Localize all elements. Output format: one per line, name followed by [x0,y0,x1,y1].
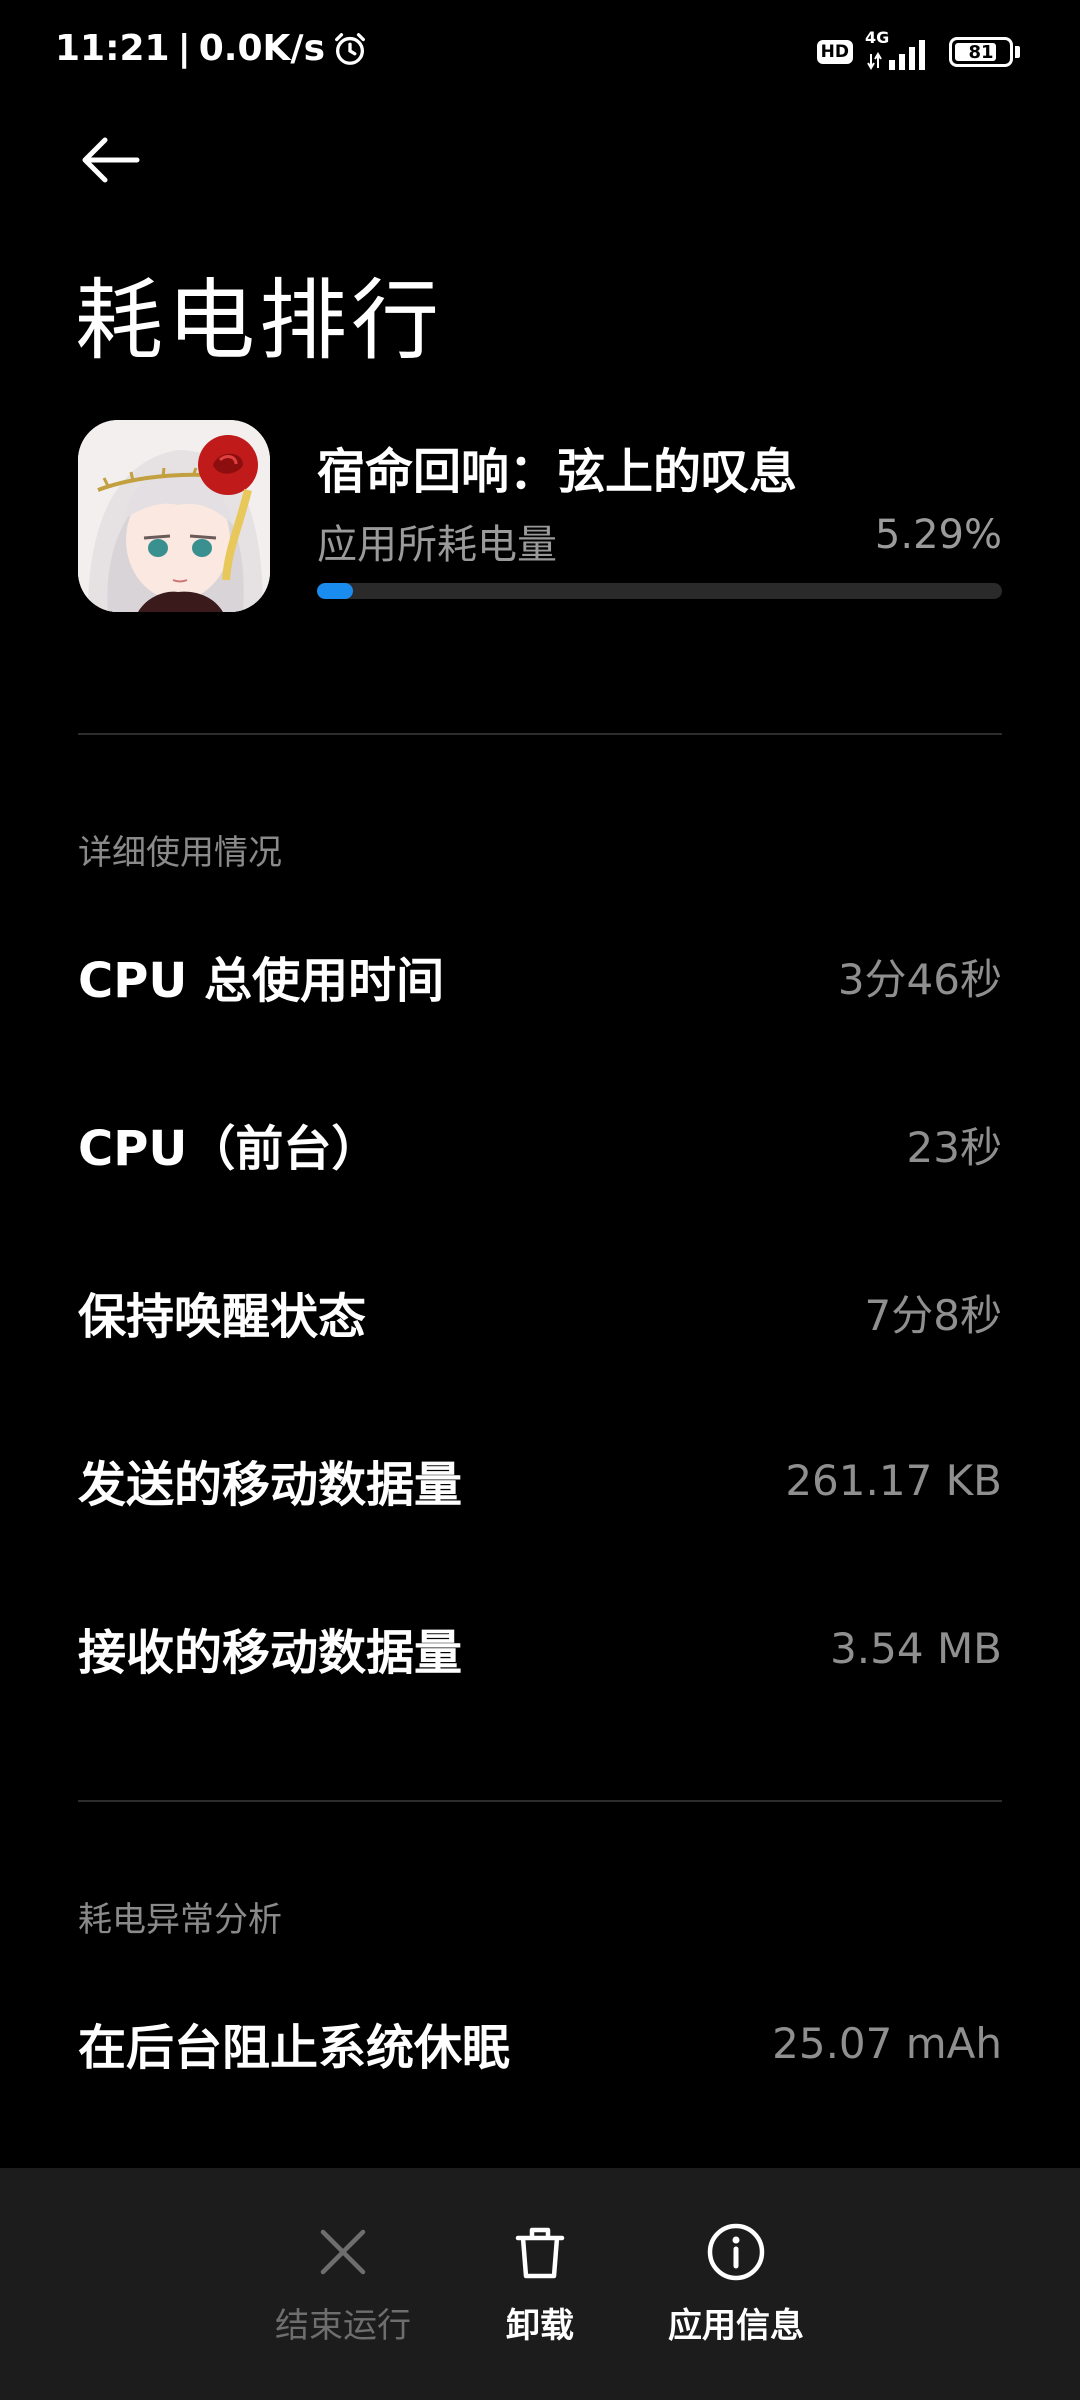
section-title-anomaly: 耗电异常分析 [78,1900,282,1940]
section-title-details: 详细使用情况 [78,833,282,873]
detail-row-cpu-foreground[interactable]: CPU（前台） 23秒 [78,1094,1002,1194]
uninstall-button[interactable]: 卸载 [450,2220,630,2347]
row-value: 25.07 mAh [772,2018,1002,2068]
battery-cap [1015,46,1020,58]
app-icon [78,420,270,612]
usage-label: 应用所耗电量 [317,522,557,568]
battery-indicator: 81 [949,37,1020,67]
network-speed: 0.0K/s [198,28,325,69]
battery-icon: 81 [949,37,1013,67]
hd-badge: HD [816,40,853,64]
row-label: 接收的移动数据量 [78,1625,463,1681]
close-icon [320,2229,366,2275]
status-left: 11:21 | 0.0K/s [55,28,369,69]
row-value: 261.17 KB [785,1455,1002,1505]
row-label: 在后台阻止系统休眠 [78,2020,511,2076]
detail-row-cpu-total[interactable]: CPU 总使用时间 3分46秒 [78,926,1002,1026]
battery-level: 81 [968,41,994,63]
app-name: 宿命回响：弦上的叹息 [317,444,798,500]
app-info-label: 应用信息 [668,2306,804,2346]
usage-progress-fill [317,583,354,599]
uninstall-label: 卸载 [506,2306,574,2346]
arrow-left-icon[interactable] [75,130,147,190]
status-time: 11:21 [55,28,170,69]
force-stop-button[interactable]: 结束运行 [253,2220,433,2347]
trash-icon [515,2227,565,2279]
usage-percent: 5.29% [874,512,1002,558]
row-value: 3分46秒 [837,954,1002,1004]
status-right: HD 4G 81 [816,28,1020,72]
detail-row-mobile-data-sent[interactable]: 发送的移动数据量 261.17 KB [78,1430,1002,1530]
row-label: 保持唤醒状态 [78,1289,367,1345]
usage-progress-bar [317,583,1002,599]
alarm-icon [335,32,365,65]
force-stop-label: 结束运行 [275,2306,411,2346]
info-icon [707,2223,765,2281]
row-value: 3.54 MB [830,1623,1002,1673]
signal-indicator: 4G [865,28,937,72]
divider [78,733,1002,735]
page-title: 耗电排行 [75,269,444,372]
app-info-button[interactable]: 应用信息 [646,2220,826,2347]
row-value: 23秒 [906,1122,1002,1172]
detail-row-keep-awake[interactable]: 保持唤醒状态 7分8秒 [78,1262,1002,1362]
status-bar: 11:21 | 0.0K/s HD 4G 81 [0,0,1080,105]
row-label: CPU 总使用时间 [78,953,445,1009]
signal-bars-icon [867,40,925,70]
divider [78,1800,1002,1802]
anomaly-row-prevent-sleep[interactable]: 在后台阻止系统休眠 25.07 mAh [78,1993,1002,2093]
status-separator: | [177,28,191,69]
detail-row-mobile-data-received[interactable]: 接收的移动数据量 3.54 MB [78,1598,1002,1698]
row-value: 7分8秒 [864,1290,1002,1340]
row-label: 发送的移动数据量 [78,1457,463,1513]
row-label: CPU（前台） [78,1121,380,1177]
